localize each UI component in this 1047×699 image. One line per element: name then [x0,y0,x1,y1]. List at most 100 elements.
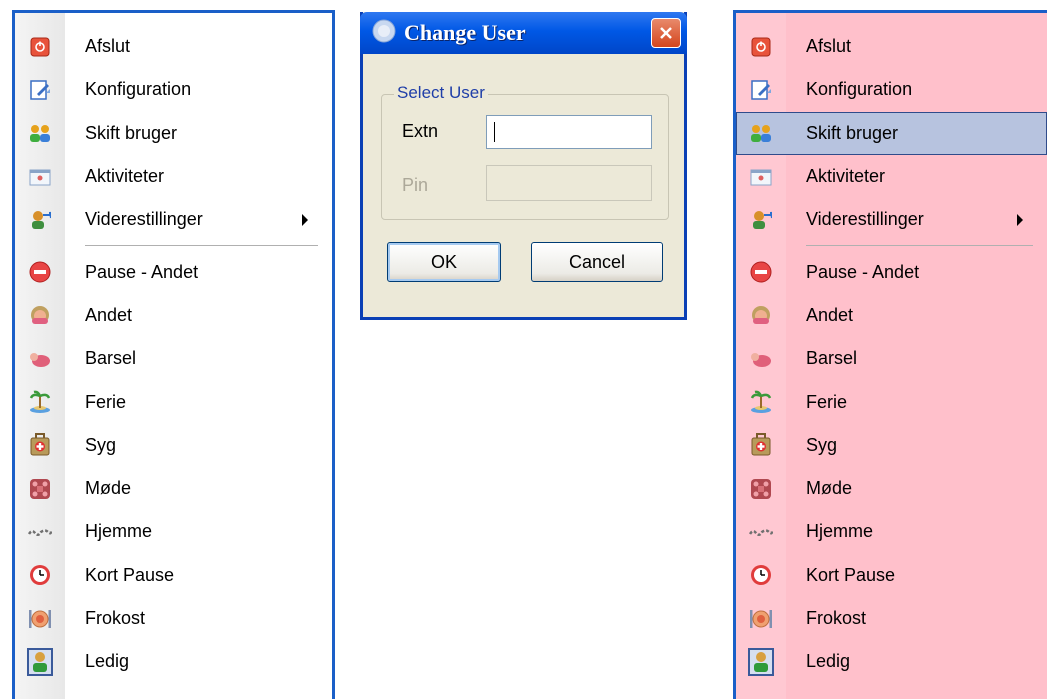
select-user-group: Select User Extn Pin [381,83,669,220]
lunch-icon [15,608,65,630]
menu-item-label: Afslut [85,36,131,57]
menu-item-label: Viderestillinger [806,209,924,230]
cancel-button[interactable]: Cancel [531,242,663,282]
menu-item-konfiguration[interactable]: Konfiguration [15,68,332,111]
menu-item-afslut[interactable]: Afslut [736,25,1047,68]
menu-item-label: Syg [85,434,117,455]
menu-item-label: Ferie [85,391,127,412]
configuration-icon [15,79,65,101]
configuration-icon [736,79,786,101]
baby-icon [736,349,786,369]
activities-icon [736,167,786,187]
clock-icon [736,564,786,586]
menu-item-label: Møde [806,478,853,499]
menu-item-ferie[interactable]: Ferie [15,380,332,423]
home-icon [15,526,65,538]
ok-button[interactable]: OK [387,242,501,282]
switch-user-icon [736,123,786,143]
menu-item-konfiguration[interactable]: Konfiguration [736,68,1047,111]
menu-item-label: Andet [806,304,854,325]
no-entry-icon [15,261,65,283]
menu-item-ferie[interactable]: Ferie [736,380,1047,423]
available-user-icon [736,647,786,676]
palm-island-icon [736,390,786,414]
menu-item-hjemme[interactable]: Hjemme [15,510,332,553]
menu-item-label: Aktiviteter [85,166,165,187]
menu-item-ledig[interactable]: Ledig [736,640,1047,683]
menu-item-viderestillinger[interactable]: Viderestillinger [736,198,1047,241]
power-icon [736,37,786,57]
baby-icon [15,349,65,369]
menu-item-pause-andet[interactable]: Pause - Andet [15,250,332,293]
menu-item-mode[interactable]: Møde [15,467,332,510]
menu-item-syg[interactable]: Syg [736,424,1047,467]
menu-item-barsel[interactable]: Barsel [15,337,332,380]
menu-item-label: Frokost [85,608,146,628]
menu-item-label: Pause - Andet [806,261,920,282]
menu-item-label: Aktiviteter [806,166,886,187]
menu-item-skift-bruger[interactable]: Skift bruger [15,112,332,155]
menu-item-label: Kort Pause [806,564,896,585]
pin-input[interactable] [486,165,652,201]
menu-item-frokost[interactable]: Frokost [15,597,332,640]
menu-separator [736,241,1047,250]
menu-item-aktiviteter[interactable]: Aktiviteter [736,155,1047,198]
menu-item-label: Konfiguration [806,79,913,100]
menu-item-label: Ferie [806,391,848,412]
menu-separator [15,241,332,250]
medical-kit-icon [15,433,65,457]
close-button[interactable] [651,18,681,48]
menu-item-ledig[interactable]: Ledig [15,640,332,683]
extn-input[interactable] [486,115,652,149]
menu-item-kort-pause[interactable]: Kort Pause [736,554,1047,597]
menu-item-label: Skift bruger [806,122,899,143]
menu-item-frokost[interactable]: Frokost [736,597,1047,640]
forwarding-icon [15,209,65,231]
power-icon [15,37,65,57]
menu-item-label: Afslut [806,36,852,57]
palm-island-icon [15,390,65,414]
menu-item-label: Kort Pause [85,564,175,585]
no-entry-icon [736,261,786,283]
meeting-icon [736,478,786,500]
menu-item-label: Syg [806,434,838,455]
menu-item-viderestillinger[interactable]: Viderestillinger [15,198,332,241]
meeting-icon [15,478,65,500]
menu-item-kort-pause[interactable]: Kort Pause [15,554,332,597]
menu-item-afslut[interactable]: Afslut [15,25,332,68]
menu-item-skift-bruger-highlighted[interactable]: Skift bruger [736,111,1047,155]
person-face-icon [15,304,65,326]
clock-icon [15,564,65,586]
menu-item-andet[interactable]: Andet [15,294,332,337]
dialog-title: Change User [404,20,526,45]
menu-item-label: Ledig [85,651,130,672]
activities-icon [15,167,65,187]
menu-item-pause-andet[interactable]: Pause - Andet [736,250,1047,293]
menu-item-hjemme[interactable]: Hjemme [736,510,1047,553]
medical-kit-icon [736,433,786,457]
dialog-title-bar[interactable]: Change User [360,12,687,54]
menu-item-barsel[interactable]: Barsel [736,337,1047,380]
menu-item-label: Frokost [806,608,867,628]
close-icon [660,27,672,39]
menu-item-mode[interactable]: Møde [736,467,1047,510]
extn-label: Extn [402,121,439,141]
menu-item-syg[interactable]: Syg [15,424,332,467]
menu-item-label: Viderestillinger [85,209,203,230]
submenu-arrow-icon [1017,213,1023,226]
group-label: Select User [394,83,488,103]
pin-label: Pin [402,175,429,195]
menu-item-label: Barsel [85,348,137,369]
menu-item-andet[interactable]: Andet [736,294,1047,337]
person-face-icon [736,304,786,326]
menu-item-aktiviteter[interactable]: Aktiviteter [15,155,332,198]
context-menu-right: Afslut Konfiguration Skift bruger Aktivi… [733,10,1047,699]
menu-item-label: Andet [85,304,133,325]
switch-user-icon [15,123,65,143]
submenu-arrow-icon [302,213,308,226]
menu-item-label: Konfiguration [85,79,192,100]
lunch-icon [736,608,786,630]
menu-item-label: Hjemme [85,521,153,542]
menu-item-label: Skift bruger [85,122,178,143]
menu-item-label: Barsel [806,348,858,369]
